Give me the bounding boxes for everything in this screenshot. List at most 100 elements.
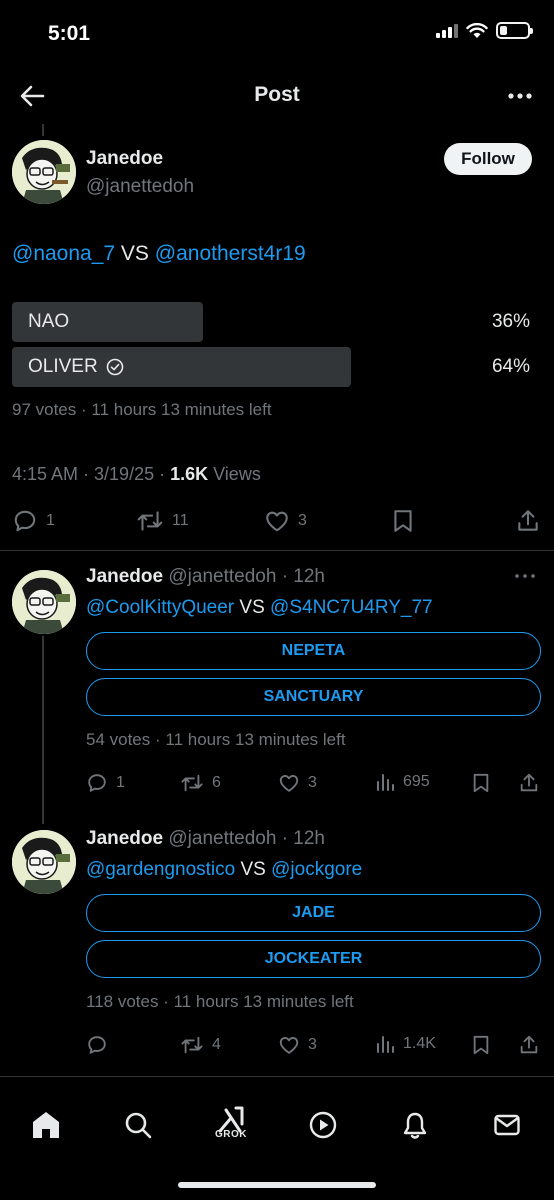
nav-search[interactable] <box>118 1105 158 1145</box>
share-icon <box>518 510 538 531</box>
thread-connector <box>42 124 44 136</box>
mention-link[interactable]: @anotherst4r19 <box>155 242 306 265</box>
reply-icon <box>14 510 36 532</box>
avatar-image <box>12 830 76 894</box>
mention-link[interactable]: @CoolKittyQueer <box>86 597 234 618</box>
nav-home[interactable] <box>26 1105 66 1145</box>
poll-option-label: NAO <box>28 311 70 332</box>
cellular-signal-icon <box>436 23 458 38</box>
mention-link[interactable]: @S4NC7U4RY_77 <box>270 597 433 618</box>
share-action[interactable] <box>518 772 540 794</box>
avatar[interactable] <box>12 140 76 204</box>
like-action[interactable]: 3 <box>264 508 307 534</box>
avatar-image <box>12 140 76 204</box>
repost-action[interactable]: 4 <box>180 1034 221 1056</box>
battery-icon <box>496 22 533 39</box>
poll-option-button[interactable]: NEPETA <box>86 632 541 670</box>
bell-icon <box>403 1112 427 1139</box>
views-action[interactable]: 1.4K <box>375 1034 436 1054</box>
status-icons <box>436 22 533 39</box>
bookmark-action[interactable] <box>471 1034 491 1056</box>
reply-header: Janedoe @janettedoh · 12h <box>86 828 325 850</box>
author-handle[interactable]: @janettedoh · 12h <box>168 566 325 587</box>
wifi-icon <box>466 22 488 38</box>
author-handle[interactable]: @janettedoh · 12h <box>168 828 325 849</box>
follow-button[interactable]: Follow <box>444 143 532 175</box>
poll-meta: 118 votes · 11 hours 13 minutes left <box>86 992 354 1011</box>
share-action[interactable] <box>518 1034 540 1056</box>
author-name[interactable]: Janedoe <box>86 828 163 849</box>
vs-text: VS <box>239 597 265 618</box>
vs-text: VS <box>120 242 149 265</box>
heart-icon <box>266 511 288 532</box>
reply-text: @CoolKittyQueer VS @S4NC7U4RY_77 <box>86 597 433 619</box>
author-name[interactable]: Janedoe <box>86 566 163 587</box>
nav-notifications[interactable] <box>395 1105 435 1145</box>
bookmark-action[interactable] <box>391 508 415 534</box>
bookmark-icon <box>394 510 412 532</box>
poll-result-row: OLIVER 64% <box>12 347 530 387</box>
home-indicator <box>178 1182 376 1188</box>
poll-option-button[interactable]: JOCKEATER <box>86 940 541 978</box>
post-text: @naona_7 VS @anotherst4r19 <box>12 242 306 266</box>
author-handle[interactable]: @janettedoh <box>86 176 194 198</box>
grok-label: GROK <box>215 1129 247 1140</box>
repost-icon <box>181 774 203 792</box>
views-count: 1.6K <box>170 464 209 484</box>
search-icon <box>125 1112 152 1139</box>
repost-icon <box>137 511 163 531</box>
bookmark-icon <box>473 773 489 793</box>
bookmark-action[interactable] <box>471 772 491 794</box>
play-circle-icon <box>309 1111 337 1139</box>
like-action[interactable]: 3 <box>278 772 317 794</box>
poll-meta: 97 votes · 11 hours 13 minutes left <box>12 400 272 419</box>
reply-header: Janedoe @janettedoh · 12h <box>86 566 325 588</box>
nav-grok[interactable]: GROK <box>211 1099 251 1140</box>
nav-messages[interactable] <box>487 1105 527 1145</box>
views-action[interactable]: 695 <box>375 772 430 792</box>
share-icon <box>520 1035 538 1054</box>
post-actions: 1 11 3 <box>0 508 554 538</box>
vs-text: VS <box>240 859 266 880</box>
reply-action[interactable]: 1 <box>12 508 55 534</box>
poll-option-label: OLIVER <box>28 356 124 378</box>
top-bar: Post <box>0 70 554 122</box>
mention-link[interactable]: @gardengnostico <box>86 859 235 880</box>
reply-actions: 4 3 1.4K <box>0 1034 554 1064</box>
mention-link[interactable]: @jockgore <box>271 859 362 880</box>
reply-text: @gardengnostico VS @jockgore <box>86 859 362 881</box>
poll-option-button[interactable]: JADE <box>86 894 541 932</box>
author-name[interactable]: Janedoe <box>86 148 163 170</box>
status-bar: 5:01 <box>0 0 554 70</box>
avatar-image <box>12 570 76 634</box>
more-options-icon[interactable] <box>506 84 534 108</box>
reply-icon <box>88 774 106 792</box>
reply-action[interactable]: 1 <box>86 772 125 794</box>
analytics-icon <box>377 774 394 791</box>
poll-meta: 54 votes · 11 hours 13 minutes left <box>86 730 346 749</box>
mail-icon <box>494 1114 520 1136</box>
like-action[interactable]: 3 <box>278 1034 317 1056</box>
heart-icon <box>279 1037 299 1054</box>
heart-icon <box>279 775 299 792</box>
share-action[interactable] <box>515 508 541 534</box>
status-time: 5:01 <box>48 22 91 45</box>
page-title: Post <box>254 83 300 106</box>
mention-link[interactable]: @naona_7 <box>12 242 115 265</box>
reply-actions: 1 6 3 695 <box>0 772 554 802</box>
bookmark-icon <box>473 1035 489 1055</box>
nav-video[interactable] <box>303 1105 343 1145</box>
repost-action[interactable]: 11 <box>136 508 189 534</box>
more-options-icon[interactable] <box>512 566 538 586</box>
reply-action[interactable] <box>86 1034 116 1056</box>
repost-icon <box>181 1036 203 1054</box>
poll-option-button[interactable]: SANCTUARY <box>86 678 541 716</box>
avatar[interactable] <box>12 570 76 634</box>
poll-option-percent: 36% <box>491 311 530 332</box>
repost-action[interactable]: 6 <box>180 772 221 794</box>
avatar[interactable] <box>12 830 76 894</box>
home-icon <box>33 1112 59 1138</box>
analytics-icon <box>377 1036 394 1053</box>
share-icon <box>520 773 538 792</box>
poll-option-percent: 64% <box>491 356 530 377</box>
